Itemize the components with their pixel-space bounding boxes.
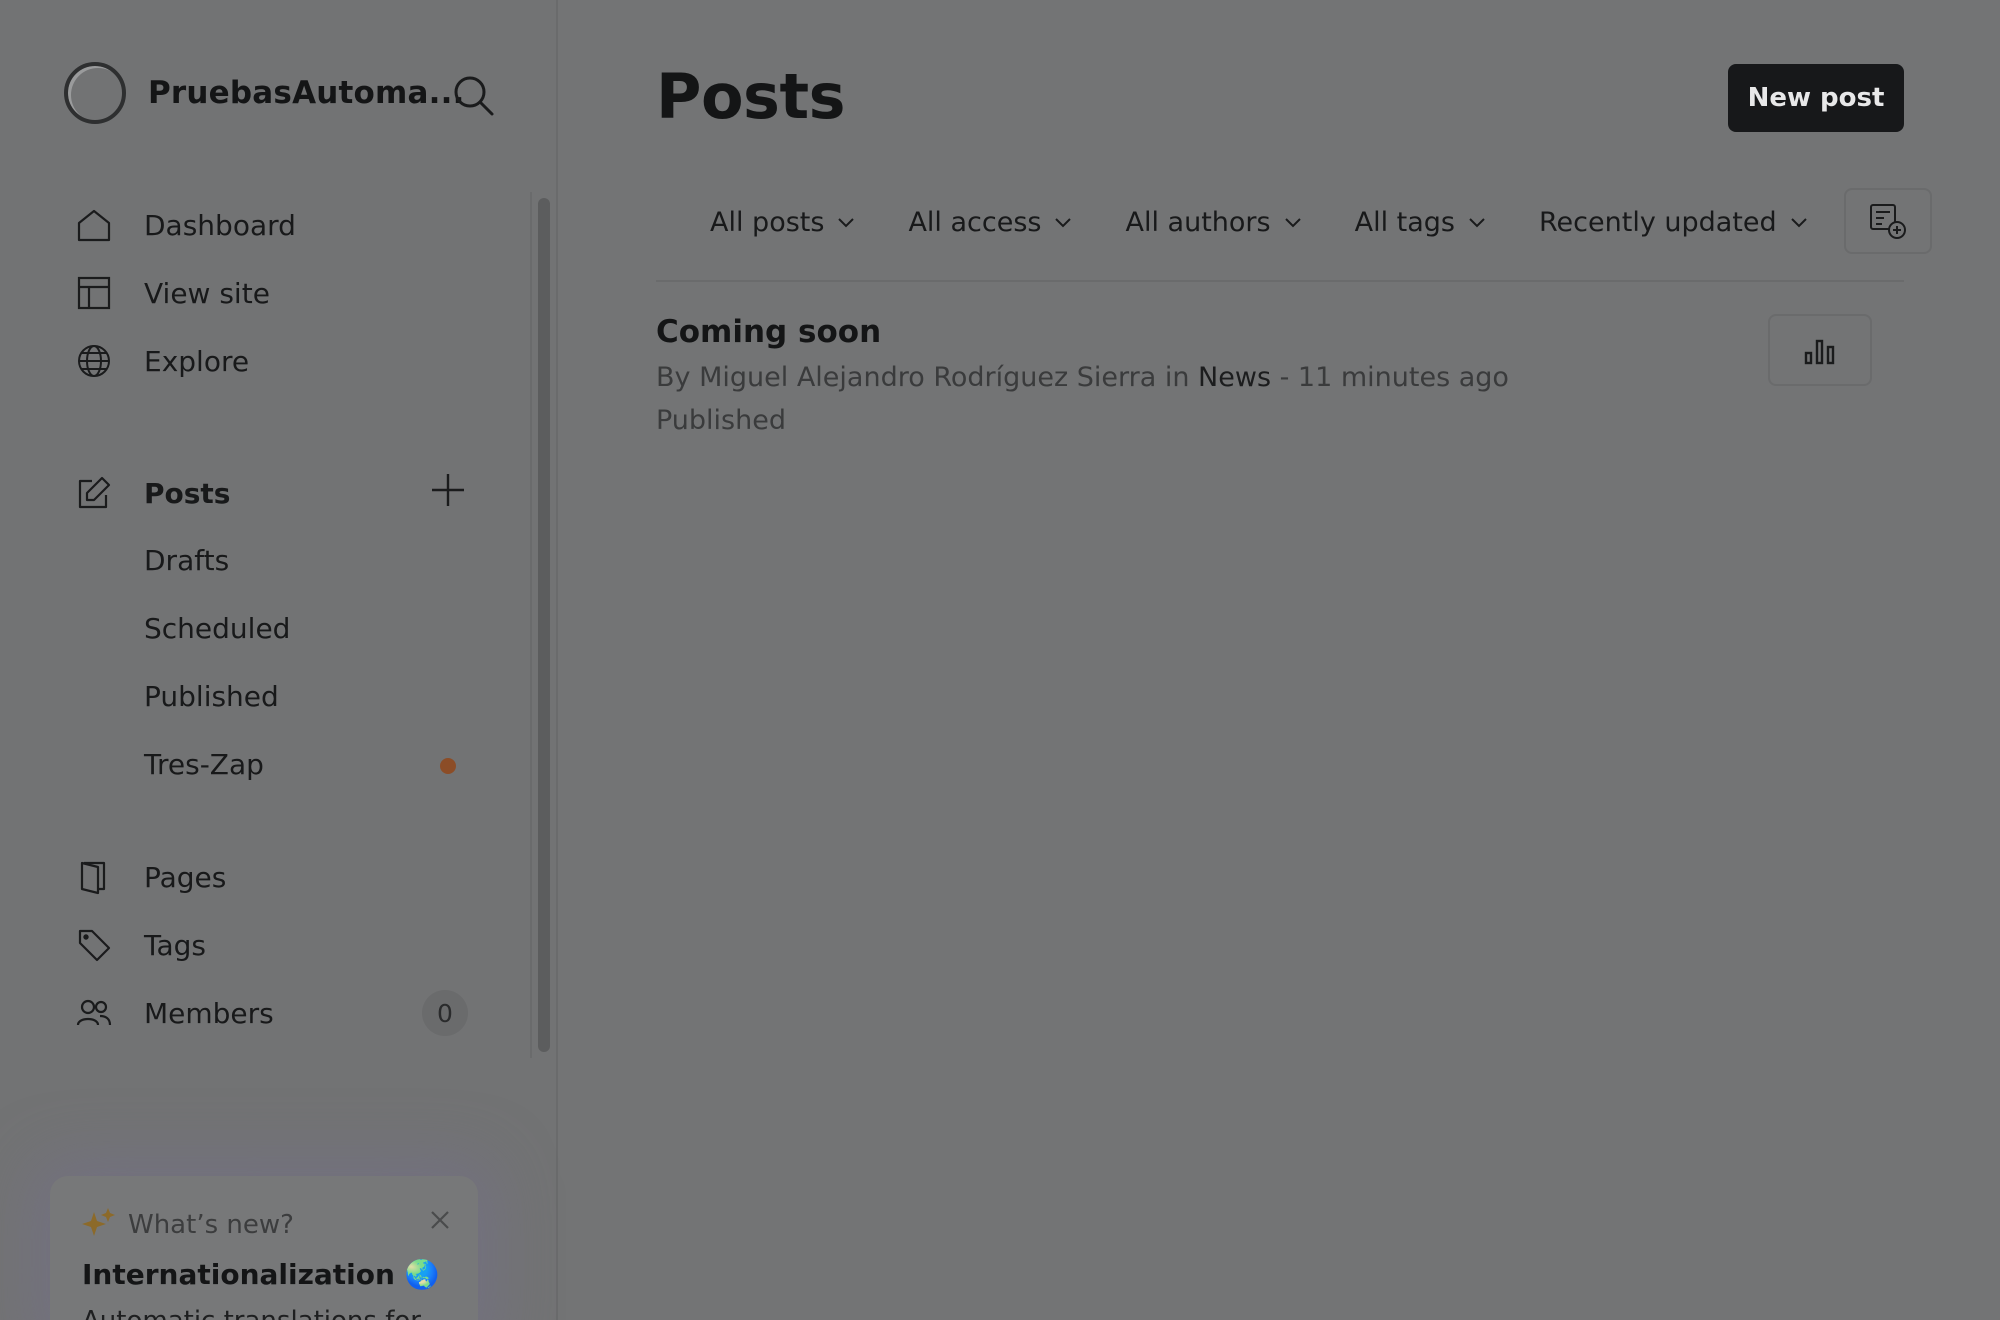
whats-new-header: What’s new?	[82, 1206, 294, 1244]
sidebar: PruebasAutoma... Dashboard View site Exp…	[0, 0, 558, 1320]
bar-chart-icon	[1804, 339, 1835, 365]
filter-label: Recently updated	[1539, 206, 1777, 238]
sidebar-item-label: Explore	[144, 344, 250, 378]
filter-label: All access	[908, 206, 1042, 238]
post-tag[interactable]: News	[1198, 362, 1271, 393]
view-options-button[interactable]	[1844, 188, 1932, 254]
add-post-icon[interactable]	[428, 470, 468, 510]
sidebar-item-explore[interactable]: Explore	[76, 336, 249, 386]
chevron-down-icon	[1055, 218, 1072, 228]
filter-divider	[656, 280, 1904, 282]
layout-icon	[76, 275, 112, 311]
site-logo	[64, 62, 126, 124]
chevron-down-icon	[838, 218, 855, 228]
filter-all-tags[interactable]: All tags	[1355, 207, 1487, 238]
chevron-down-icon	[1790, 218, 1807, 228]
tag-icon	[76, 927, 112, 963]
globe-icon	[76, 343, 112, 379]
site-brand[interactable]: PruebasAutoma...	[64, 62, 465, 124]
home-icon	[76, 207, 112, 243]
whats-new-description: Automatic translations for	[82, 1306, 421, 1320]
sidebar-subitem-tres-zap[interactable]: Tres-Zap	[144, 745, 264, 785]
sidebar-subitem-drafts[interactable]: Drafts	[144, 541, 229, 581]
edit-icon	[76, 475, 112, 511]
post-meta: By Miguel Alejandro Rodríguez Sierra in …	[656, 362, 1509, 393]
whats-new-title: Internationalization 🌏	[82, 1258, 440, 1291]
close-icon[interactable]	[426, 1206, 454, 1234]
sidebar-item-pages[interactable]: Pages	[76, 852, 226, 902]
page-icon	[76, 859, 112, 895]
sidebar-item-members[interactable]: Members	[76, 988, 274, 1038]
post-author: By Miguel Alejandro Rodríguez Sierra in	[656, 362, 1199, 393]
sidebar-item-label: Posts	[144, 476, 231, 510]
sidebar-item-label: Pages	[144, 860, 227, 894]
new-post-button[interactable]: New post	[1728, 64, 1904, 132]
whats-new-heading: What’s new?	[128, 1210, 294, 1240]
sidebar-subitem-scheduled[interactable]: Scheduled	[144, 609, 290, 649]
members-icon	[76, 995, 112, 1031]
post-status: Published	[656, 405, 786, 436]
notification-dot	[440, 758, 456, 774]
sidebar-item-view-site[interactable]: View site	[76, 268, 270, 318]
sidebar-item-label: View site	[144, 276, 270, 310]
sidebar-item-label: Dashboard	[144, 208, 296, 242]
sidebar-item-tags[interactable]: Tags	[76, 920, 206, 970]
members-count-badge: 0	[422, 990, 468, 1036]
whats-new-card[interactable]: What’s new? Internationalization 🌏 Autom…	[50, 1176, 478, 1320]
sidebar-item-posts[interactable]: Posts	[76, 468, 230, 518]
filter-all-access[interactable]: All access	[908, 207, 1073, 238]
post-time: - 11 minutes ago	[1271, 362, 1509, 393]
filter-label: All tags	[1354, 206, 1455, 238]
chevron-down-icon	[1469, 218, 1485, 228]
filter-bar: All posts All access All authors All tag…	[710, 198, 1809, 246]
sparkle-icon	[82, 1206, 116, 1244]
sidebar-item-dashboard[interactable]: Dashboard	[76, 200, 296, 250]
filter-label: All authors	[1125, 206, 1271, 238]
filter-label: All posts	[710, 206, 825, 238]
page-title: Posts	[656, 60, 845, 133]
post-analytics-button[interactable]	[1768, 314, 1872, 386]
filter-all-authors[interactable]: All authors	[1125, 207, 1302, 238]
sidebar-item-label: Members	[144, 996, 274, 1030]
scrollbar-thumb[interactable]	[538, 198, 550, 1052]
filter-all-posts[interactable]: All posts	[710, 207, 856, 238]
list-settings-icon	[1870, 204, 1906, 239]
site-name: PruebasAutoma...	[148, 75, 465, 111]
sidebar-scrollbar[interactable]	[530, 192, 550, 1058]
search-icon[interactable]	[452, 74, 496, 118]
sidebar-item-label: Tags	[144, 928, 206, 962]
chevron-down-icon	[1284, 218, 1301, 228]
sidebar-subitem-published[interactable]: Published	[144, 677, 279, 717]
post-title[interactable]: Coming soon	[656, 314, 881, 350]
filter-sort-order[interactable]: Recently updated	[1539, 207, 1809, 238]
